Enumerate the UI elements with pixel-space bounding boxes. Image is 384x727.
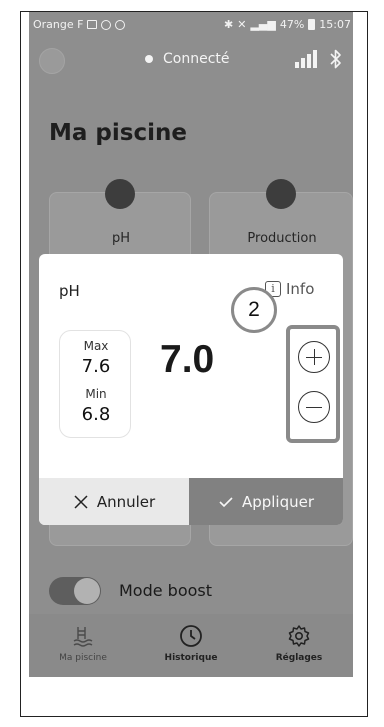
app-logo-icon[interactable] bbox=[39, 48, 65, 74]
battery-icon bbox=[308, 19, 316, 30]
dialog-title: pH bbox=[59, 282, 80, 300]
nav-label-historique: Historique bbox=[164, 653, 218, 663]
ph-range-box: Max 7.6 Min 6.8 bbox=[59, 330, 131, 438]
min-label: Min bbox=[85, 387, 107, 401]
ph-card-label: pH bbox=[111, 231, 131, 246]
mute-status-icon: ✕ bbox=[237, 18, 247, 31]
nav-label-reglages: Réglages bbox=[275, 653, 323, 663]
connection-bar: Connecté bbox=[29, 38, 353, 82]
clock-time: 15:07 bbox=[319, 18, 351, 31]
gear-icon bbox=[288, 625, 310, 647]
boost-toggle[interactable] bbox=[49, 577, 101, 605]
nav-item-ma-piscine[interactable]: Ma piscine bbox=[29, 614, 137, 677]
nav-label-ma-piscine: Ma piscine bbox=[59, 653, 107, 663]
dialog-footer: Annuler Appliquer bbox=[39, 478, 343, 525]
gallery-notification-icon bbox=[87, 20, 98, 29]
boost-label: Mode boost bbox=[119, 581, 213, 600]
decrement-button[interactable] bbox=[298, 391, 330, 423]
max-value: 7.6 bbox=[81, 356, 111, 377]
connection-status: Connecté bbox=[145, 51, 230, 67]
check-icon bbox=[219, 496, 233, 507]
ph-probe-icon bbox=[105, 179, 135, 209]
bluetooth-icon[interactable] bbox=[329, 48, 343, 70]
max-label: Max bbox=[83, 339, 109, 353]
increment-button[interactable] bbox=[298, 341, 330, 373]
close-icon bbox=[74, 494, 88, 509]
nav-item-historique[interactable]: Historique bbox=[137, 614, 245, 677]
production-card-label: Production bbox=[247, 231, 317, 246]
nav-item-reglages[interactable]: Réglages bbox=[245, 614, 353, 677]
sync-notification-icon bbox=[101, 19, 112, 30]
info-label: Info bbox=[286, 280, 315, 298]
ph-value: 7.0 bbox=[160, 338, 215, 381]
page-title: Ma piscine bbox=[49, 120, 187, 146]
cancel-button[interactable]: Annuler bbox=[39, 478, 189, 525]
bluetooth-status-icon: ✱ bbox=[224, 18, 234, 31]
apply-label: Appliquer bbox=[241, 492, 315, 511]
screenshot-frame: Orange F ✱ ✕ ▂▄▆ 47% 15:07 Connecté Ma p… bbox=[20, 11, 368, 717]
production-icon bbox=[266, 179, 296, 209]
min-value: 6.8 bbox=[81, 404, 111, 425]
annotation-badge: 2 bbox=[231, 287, 277, 333]
carrier-label: Orange F bbox=[33, 18, 84, 31]
apply-button[interactable]: Appliquer bbox=[189, 478, 343, 525]
pool-ladder-icon bbox=[73, 627, 93, 647]
signal-strength-icon[interactable] bbox=[295, 50, 317, 68]
toggle-knob bbox=[74, 578, 100, 604]
connection-label: Connecté bbox=[163, 51, 230, 67]
battery-percent: 47% bbox=[279, 18, 305, 31]
status-bar: Orange F ✱ ✕ ▂▄▆ 47% 15:07 bbox=[29, 12, 353, 38]
cancel-label: Annuler bbox=[96, 492, 156, 511]
connected-dot-icon bbox=[145, 55, 153, 63]
sync-notification-icon-2 bbox=[115, 19, 126, 30]
bottom-nav: Ma piscine Historique Réglages bbox=[29, 614, 353, 677]
stepper-highlight bbox=[286, 325, 340, 443]
clock-icon bbox=[180, 625, 202, 647]
network-signal-icon: ▂▄▆ bbox=[250, 18, 276, 31]
